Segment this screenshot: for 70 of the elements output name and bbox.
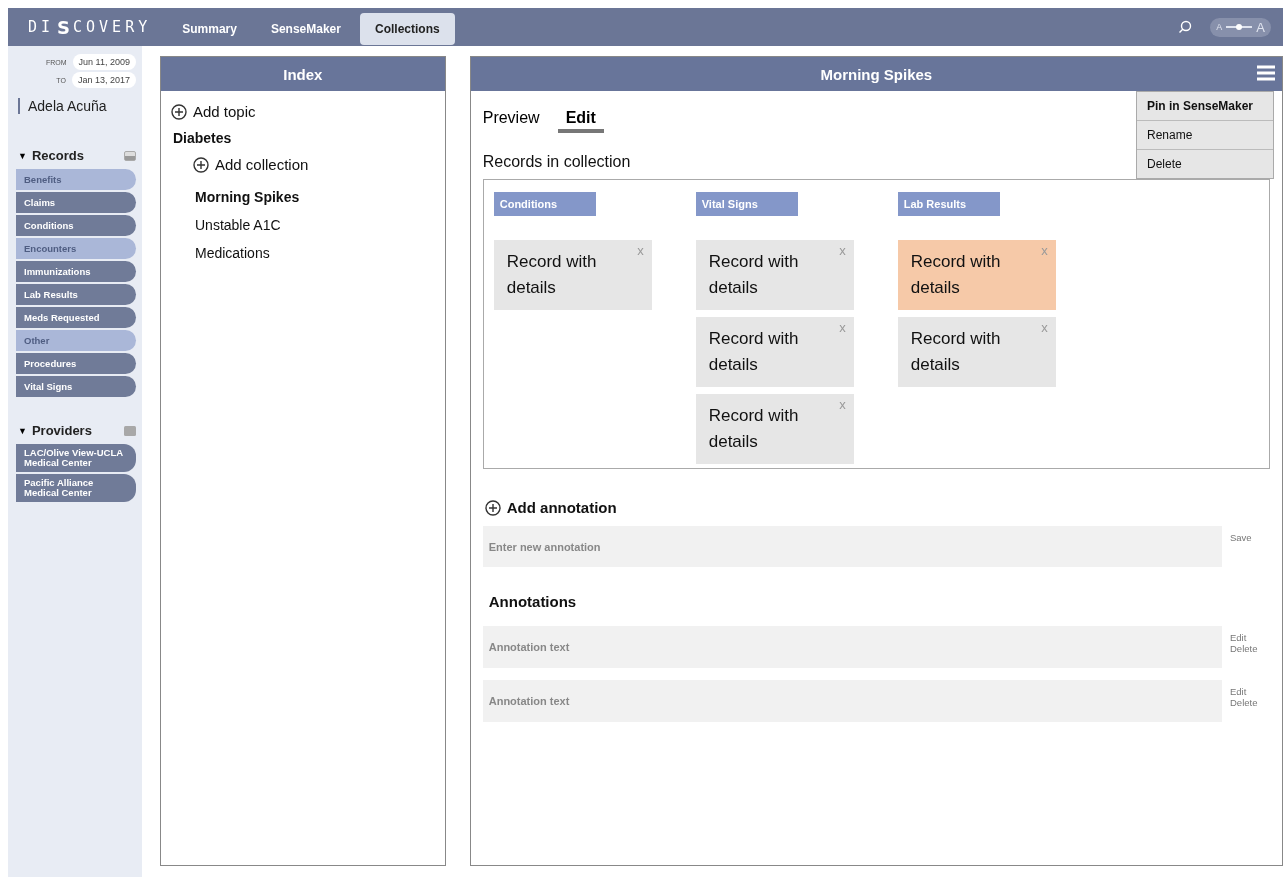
save-link[interactable]: Save — [1230, 532, 1270, 543]
panel-title: Index — [283, 65, 323, 83]
record-text: Record with details — [708, 329, 799, 374]
date-field[interactable]: Jan 13, 2017 — [71, 72, 136, 88]
menu-item[interactable]: Rename — [1137, 121, 1273, 150]
record-card[interactable]: Record with details x — [897, 317, 1056, 387]
logo: DI S COVERY — [28, 16, 152, 38]
nav-tab[interactable]: Summary — [167, 13, 252, 45]
filter-pill[interactable]: Pacific Alliance Medical Center — [16, 474, 136, 502]
nav-tab[interactable]: Collections — [359, 13, 455, 45]
filter-pill[interactable]: Procedures — [16, 353, 136, 374]
filter-pill[interactable]: Vital Signs — [16, 376, 136, 397]
section-heading: Records in collection — [482, 153, 631, 171]
menu-item[interactable]: Delete — [1137, 150, 1273, 178]
collection-item[interactable]: Unstable A1C — [195, 217, 435, 233]
record-card[interactable]: Record with details x — [897, 240, 1056, 310]
delete-link[interactable]: Delete — [1230, 697, 1270, 708]
add-collection-link[interactable]: Add collection — [193, 156, 435, 173]
add-annotation-link[interactable]: Add annotation — [484, 499, 1270, 516]
edit-link[interactable]: Edit — [1230, 632, 1270, 643]
collection-item[interactable]: Morning Spikes — [195, 189, 435, 205]
filter-pill[interactable]: LAC/Olive View-UCLA Medical Center — [16, 444, 136, 472]
annotation-input[interactable]: Enter new annotation — [482, 526, 1222, 567]
topic-title[interactable]: Diabetes — [173, 130, 435, 146]
filter-pill[interactable]: Encounters — [16, 238, 136, 259]
record-text: Record with details — [708, 252, 799, 297]
search-icon[interactable] — [1178, 20, 1193, 34]
annotation-text: Annotation text — [482, 626, 1222, 668]
group-label: Vital Signs — [695, 192, 798, 216]
filter-pill[interactable]: Meds Requested — [16, 307, 136, 328]
delete-link[interactable]: Delete — [1230, 643, 1270, 654]
record-text: Record with details — [910, 329, 1001, 374]
nav-tab[interactable]: SenseMaker — [255, 13, 356, 45]
record-text: Record with details — [506, 252, 597, 297]
filter-pill[interactable]: Lab Results — [16, 284, 136, 305]
record-card[interactable]: Record with details x — [695, 317, 854, 387]
partial-toggle-icon[interactable] — [124, 150, 136, 161]
add-topic-link[interactable]: Add topic — [171, 103, 435, 120]
record-text: Record with details — [708, 406, 799, 451]
section-heading: Annotations — [488, 593, 578, 610]
tab[interactable]: Edit — [557, 107, 604, 133]
filter-pill[interactable]: Benefits — [16, 169, 136, 190]
toggle-icon[interactable] — [124, 425, 136, 436]
patient-name: Adela Acuña — [18, 98, 136, 114]
section-title: Providers — [31, 423, 93, 438]
record-card[interactable]: Record with details x — [695, 240, 854, 310]
filter-pill[interactable]: Claims — [16, 192, 136, 213]
add-icon — [171, 103, 187, 120]
font-size-slider[interactable]: A A — [1210, 17, 1271, 37]
caret-icon[interactable]: ▼ — [18, 150, 27, 161]
record-card[interactable]: Record with details x — [695, 394, 854, 464]
tab[interactable]: Preview — [482, 107, 548, 133]
annotation-text: Annotation text — [482, 680, 1222, 722]
section-title: Records — [31, 148, 85, 163]
add-icon — [193, 156, 209, 173]
record-card[interactable]: Record with details x — [493, 240, 652, 310]
group-label: Conditions — [493, 192, 596, 216]
filter-pill[interactable]: Other — [16, 330, 136, 351]
menu-icon[interactable] — [1256, 65, 1276, 81]
edit-link[interactable]: Edit — [1230, 686, 1270, 697]
menu-item[interactable]: Pin in SenseMaker — [1137, 92, 1273, 121]
add-icon — [484, 499, 501, 516]
record-text: Record with details — [910, 252, 1001, 297]
panel-title: Morning Spikes — [820, 65, 933, 83]
date-field[interactable]: Jun 11, 2009 — [72, 54, 136, 70]
filter-pill[interactable]: Immunizations — [16, 261, 136, 282]
group-label: Lab Results — [897, 192, 1000, 216]
collection-item[interactable]: Medications — [195, 245, 435, 261]
filter-pill[interactable]: Conditions — [16, 215, 136, 236]
caret-icon[interactable]: ▼ — [18, 425, 27, 436]
